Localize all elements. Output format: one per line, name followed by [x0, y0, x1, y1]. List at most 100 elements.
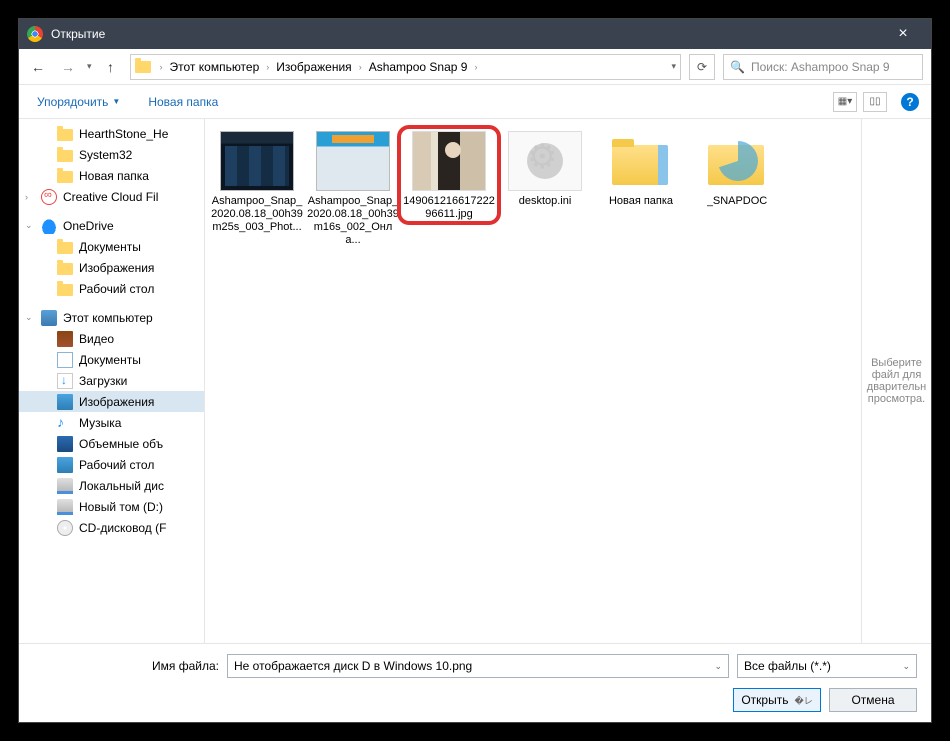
- file-thumbnail: [316, 131, 390, 191]
- organize-label: Упорядочить: [37, 95, 108, 109]
- sidebar-item[interactable]: Новая папка: [19, 165, 204, 186]
- sidebar-item[interactable]: Новый том (D:): [19, 496, 204, 517]
- sidebar-item[interactable]: Загрузки: [19, 370, 204, 391]
- folder-icon: [57, 242, 73, 254]
- file-thumbnail: [412, 131, 486, 191]
- forward-button[interactable]: →: [57, 56, 79, 78]
- help-button[interactable]: ?: [901, 93, 919, 111]
- folder-icon: [57, 284, 73, 296]
- sidebar-item[interactable]: Видео: [19, 328, 204, 349]
- new-folder-button[interactable]: Новая папка: [142, 91, 224, 113]
- sidebar-label: HearthStone_He: [79, 127, 168, 141]
- sidebar-label: Документы: [79, 353, 141, 367]
- search-icon: 🔍: [730, 60, 745, 74]
- img-icon: [57, 394, 73, 410]
- file-item[interactable]: desktop.ini: [499, 131, 591, 208]
- navbar: ← → ▾ ↑ › Этот компьютер › Изображения ›…: [19, 49, 931, 85]
- breadcrumb[interactable]: Ashampoo Snap 9: [367, 57, 470, 77]
- sidebar-item-onedrive[interactable]: ⌄OneDrive: [19, 215, 204, 236]
- sidebar-item[interactable]: Рабочий стол: [19, 278, 204, 299]
- sidebar-item[interactable]: Документы: [19, 236, 204, 257]
- filename-value: Не отображается диск D в Windows 10.png: [234, 659, 472, 673]
- file-label: Ashampoo_Snap_2020.08.18_00h39m25s_003_P…: [211, 195, 303, 234]
- view-mode-button[interactable]: ▦▾: [833, 92, 857, 112]
- search-input[interactable]: 🔍 Поиск: Ashampoo Snap 9: [723, 54, 923, 80]
- file-type-filter[interactable]: Все файлы (*.*) ⌄: [737, 654, 917, 678]
- file-item[interactable]: Ashampoo_Snap_2020.08.18_00h39m25s_003_P…: [211, 131, 303, 234]
- sidebar-item[interactable]: System32: [19, 144, 204, 165]
- file-label: 14906121661722296611.jpg: [403, 195, 495, 221]
- sidebar-item[interactable]: Локальный дис: [19, 475, 204, 496]
- sidebar-item[interactable]: Изображения: [19, 391, 204, 412]
- filename-input[interactable]: Не отображается диск D в Windows 10.png …: [227, 654, 729, 678]
- open-dialog: Открытие × ← → ▾ ↑ › Этот компьютер › Из…: [18, 18, 932, 723]
- cancel-button[interactable]: Отмена: [829, 688, 917, 712]
- sidebar-item[interactable]: Документы: [19, 349, 204, 370]
- preview-pane-button[interactable]: ▯▯: [863, 92, 887, 112]
- history-dropdown[interactable]: ▾: [87, 61, 92, 72]
- sidebar-label: Объемные объ: [79, 437, 163, 451]
- chevron-down-icon[interactable]: ⌄: [902, 661, 910, 672]
- chevron-down-icon[interactable]: ▾: [671, 61, 676, 72]
- chevron-right-icon: ›: [356, 62, 365, 72]
- expand-icon[interactable]: ›: [25, 192, 35, 202]
- chevron-right-icon: ›: [157, 62, 166, 72]
- sidebar-label: Изображения: [79, 261, 154, 275]
- file-thumbnail: [508, 131, 582, 191]
- search-placeholder: Поиск: Ashampoo Snap 9: [751, 60, 890, 74]
- file-item[interactable]: _SNAPDOC: [691, 131, 783, 208]
- down-icon: [57, 373, 73, 389]
- preview-pane: Выберите файл для дварительн просмотра.: [861, 119, 931, 643]
- titlebar: Открытие ×: [19, 19, 931, 49]
- file-thumbnail: [700, 131, 774, 191]
- desk-icon: [57, 457, 73, 473]
- file-item[interactable]: Новая папка: [595, 131, 687, 208]
- file-item[interactable]: Ashampoo_Snap_2020.08.18_00h39m16s_002_О…: [307, 131, 399, 247]
- filter-value: Все файлы (*.*): [744, 659, 831, 673]
- sidebar-item[interactable]: ♪ Музыка: [19, 412, 204, 433]
- 3d-icon: [57, 436, 73, 452]
- sidebar-item[interactable]: Изображения: [19, 257, 204, 278]
- sidebar-item[interactable]: CD-дисковод (F: [19, 517, 204, 538]
- music-icon: ♪: [57, 415, 73, 431]
- file-label: _SNAPDOC: [707, 195, 768, 208]
- file-label: Ashampoo_Snap_2020.08.18_00h39m16s_002_О…: [307, 195, 399, 247]
- sidebar-item[interactable]: › Creative Cloud Fil: [19, 186, 204, 207]
- sidebar-item[interactable]: Объемные объ: [19, 433, 204, 454]
- collapse-icon[interactable]: ⌄: [25, 220, 35, 231]
- up-button[interactable]: ↑: [100, 56, 122, 78]
- file-label: desktop.ini: [519, 195, 572, 208]
- file-thumbnail: [220, 131, 294, 191]
- chrome-icon: [27, 26, 43, 42]
- filename-label: Имя файла:: [33, 659, 219, 673]
- chevron-down-icon: ▼: [112, 97, 120, 106]
- sidebar-label: Рабочий стол: [79, 458, 154, 472]
- address-bar[interactable]: › Этот компьютер › Изображения › Ashampo…: [130, 54, 681, 80]
- open-label: Открыть: [741, 693, 788, 707]
- disk-icon: [57, 499, 73, 515]
- sidebar-item-this-pc[interactable]: ⌄Этот компьютер: [19, 307, 204, 328]
- chevron-down-icon[interactable]: ⌄: [714, 661, 722, 672]
- open-button[interactable]: Открыть �レ: [733, 688, 821, 712]
- close-icon[interactable]: ×: [883, 19, 923, 49]
- sidebar-label: Creative Cloud Fil: [63, 190, 158, 204]
- folder-icon: [57, 129, 73, 141]
- sidebar-item[interactable]: HearthStone_He: [19, 123, 204, 144]
- sidebar-label: Загрузки: [79, 374, 127, 388]
- sidebar-label: Музыка: [79, 416, 121, 430]
- back-button[interactable]: ←: [27, 56, 49, 78]
- file-item[interactable]: 14906121661722296611.jpg: [403, 131, 495, 221]
- sidebar-label: Локальный дис: [79, 479, 164, 493]
- file-thumbnail: [604, 131, 678, 191]
- refresh-button[interactable]: ⟳: [689, 54, 715, 80]
- sidebar-label: Новая папка: [79, 169, 149, 183]
- cd-icon: [57, 520, 73, 536]
- sidebar-item[interactable]: Рабочий стол: [19, 454, 204, 475]
- organize-button[interactable]: Упорядочить ▼: [31, 91, 126, 113]
- collapse-icon[interactable]: ⌄: [25, 312, 35, 323]
- breadcrumb[interactable]: Изображения: [274, 57, 353, 77]
- file-list[interactable]: Ashampoo_Snap_2020.08.18_00h39m25s_003_P…: [205, 119, 861, 643]
- doc-icon: [57, 352, 73, 368]
- disk-icon: [57, 478, 73, 494]
- breadcrumb[interactable]: Этот компьютер: [168, 57, 262, 77]
